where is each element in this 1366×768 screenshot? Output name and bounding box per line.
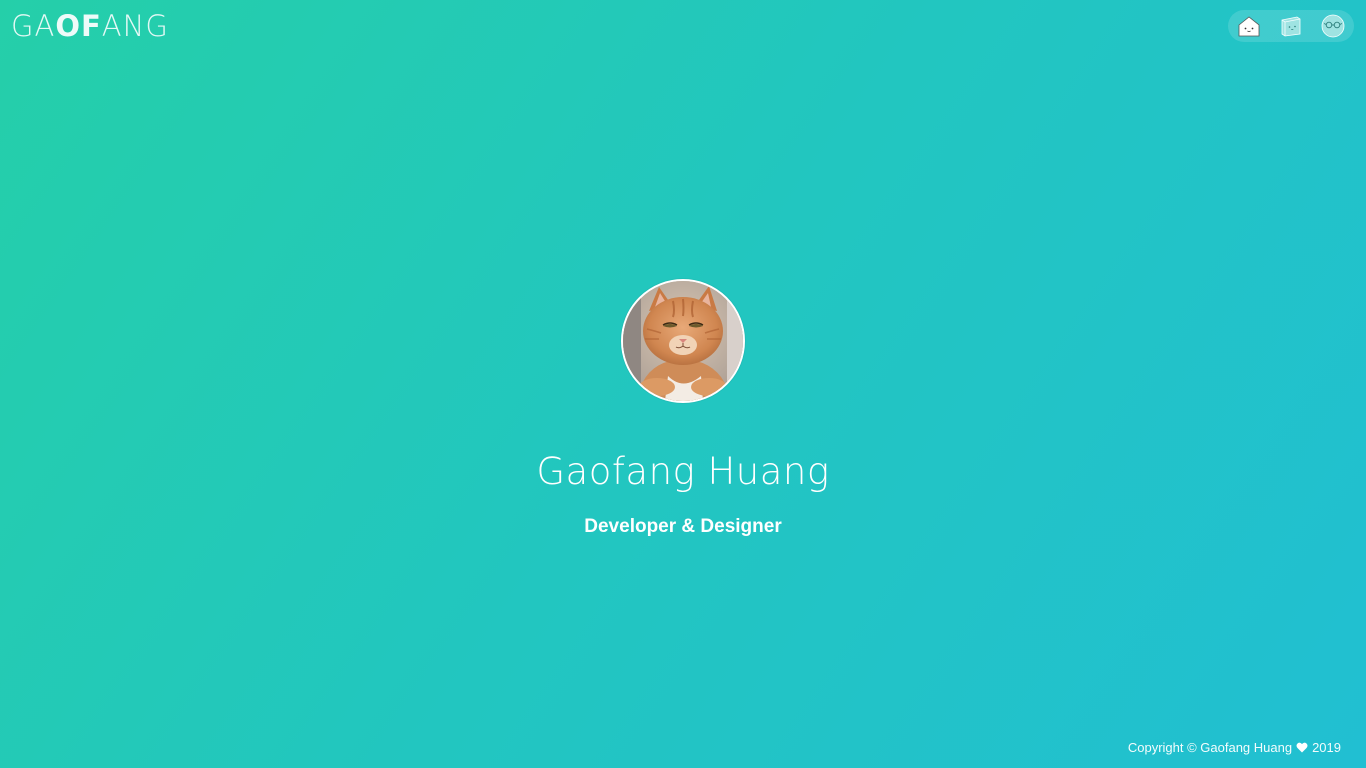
hero: Gaofang Huang Developer & Designer — [0, 0, 1366, 768]
avatar — [621, 279, 745, 403]
footer: Copyright © Gaofang Huang 2019 — [1128, 740, 1341, 755]
profile-role: Developer & Designer — [584, 516, 782, 537]
profile-name: Gaofang Huang — [536, 450, 830, 493]
cat-avatar-image — [623, 281, 743, 401]
heart-icon — [1296, 742, 1308, 753]
copyright-year: 2019 — [1312, 740, 1341, 755]
copyright-text: Copyright © Gaofang Huang — [1127, 740, 1293, 755]
